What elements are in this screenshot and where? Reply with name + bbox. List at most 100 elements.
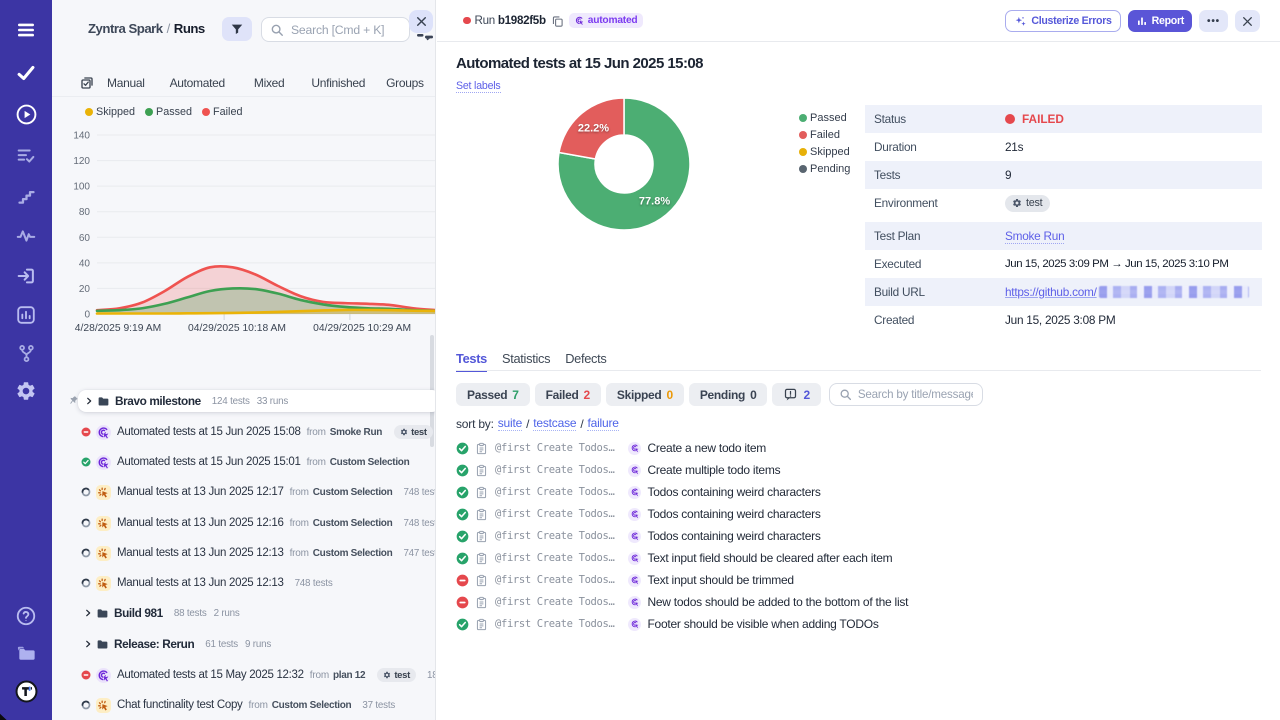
- test-title[interactable]: Todos containing weird characters: [647, 485, 820, 499]
- result-donut-chart[interactable]: 77.8%22.2%: [556, 96, 692, 232]
- run-from-value[interactable]: Custom Selection: [313, 487, 393, 498]
- test-row[interactable]: @first Create Todos… Todos containing we…: [456, 481, 821, 503]
- menu-icon[interactable]: [14, 18, 38, 42]
- run-from-value[interactable]: Custom Selection: [313, 548, 393, 559]
- sort-by-failure[interactable]: failure: [587, 416, 618, 431]
- filter-comments[interactable]: 2: [772, 383, 820, 406]
- run-row[interactable]: Manual tests at 13 Jun 2025 12:17from Cu…: [52, 477, 436, 507]
- test-row[interactable]: @first Create Todos… Todos containing we…: [456, 503, 821, 525]
- run-title[interactable]: Automated tests at 15 Jun 2025 15:01: [117, 456, 301, 468]
- panel-close-button[interactable]: [409, 10, 433, 33]
- tests-search-input[interactable]: [858, 388, 973, 401]
- run-row[interactable]: Chat functinality test Copyfrom Custom S…: [52, 690, 436, 720]
- test-row[interactable]: @first Create Todos… Footer should be vi…: [456, 613, 879, 635]
- test-title[interactable]: Text input should be trimmed: [647, 573, 793, 587]
- play-circle-icon[interactable]: [14, 102, 38, 126]
- tab-mixed[interactable]: Mixed: [254, 76, 285, 90]
- expand-chevron-icon[interactable]: [83, 639, 93, 649]
- run-from-value[interactable]: Smoke Run: [330, 427, 382, 438]
- run-title[interactable]: Chat functinality test Copy: [117, 699, 243, 711]
- run-group-row[interactable]: Build 98188 tests2 runs: [52, 598, 436, 628]
- test-plan-link[interactable]: Smoke Run: [1005, 229, 1064, 244]
- run-row[interactable]: Manual tests at 13 Jun 2025 12:16from Cu…: [52, 508, 436, 538]
- run-row[interactable]: Automated tests at 15 Jun 2025 15:01from…: [52, 447, 436, 477]
- run-group-row[interactable]: Bravo milestone124 tests33 runs: [52, 386, 436, 416]
- tab-automated[interactable]: Automated: [170, 76, 225, 90]
- run-group-title[interactable]: Build 981: [114, 606, 163, 620]
- copy-icon[interactable]: [551, 14, 564, 28]
- run-from-value[interactable]: Custom Selection: [313, 518, 393, 529]
- test-title[interactable]: Todos containing weird characters: [647, 529, 820, 543]
- report-button[interactable]: Report: [1128, 10, 1192, 32]
- run-title[interactable]: Manual tests at 13 Jun 2025 12:13: [117, 547, 284, 559]
- run-row[interactable]: Manual tests at 13 Jun 2025 12:13from Cu…: [52, 538, 436, 568]
- sort-by-suite[interactable]: suite: [498, 416, 522, 431]
- run-env-badge[interactable]: test: [394, 425, 433, 439]
- filter-passed[interactable]: Passed7: [456, 383, 530, 406]
- git-branch-icon[interactable]: [14, 341, 38, 365]
- sort-by-testcase[interactable]: testcase: [533, 416, 576, 431]
- run-group-title[interactable]: Release: Rerun: [114, 637, 194, 651]
- run-title[interactable]: Automated tests at 15 Jun 2025 15:08: [117, 426, 301, 438]
- settings-gear-icon[interactable]: [14, 379, 38, 403]
- select-all-icon[interactable]: [79, 75, 95, 91]
- runs-check-icon[interactable]: [14, 61, 38, 85]
- run-group-row[interactable]: Release: Rerun61 tests9 runs: [52, 629, 436, 659]
- tab-groups[interactable]: Groups: [386, 76, 424, 90]
- tab-statistics[interactable]: Statistics: [502, 351, 550, 372]
- search-input[interactable]: [291, 23, 401, 37]
- run-row[interactable]: Automated tests at 15 May 2025 12:32from…: [52, 660, 436, 690]
- test-row[interactable]: @first Create Todos… Create a new todo i…: [456, 437, 766, 459]
- run-title[interactable]: Manual tests at 13 Jun 2025 12:17: [117, 486, 284, 498]
- test-row[interactable]: @first Create Todos… Text input should b…: [456, 569, 794, 591]
- test-row[interactable]: @first Create Todos… Text input field sh…: [456, 547, 892, 569]
- test-title[interactable]: Todos containing weird characters: [647, 507, 820, 521]
- test-title[interactable]: Text input field should be cleared after…: [647, 551, 892, 565]
- run-type-badge[interactable]: automated: [569, 13, 644, 28]
- filter-failed[interactable]: Failed2: [535, 383, 601, 406]
- run-from-value[interactable]: plan 12: [333, 670, 365, 681]
- expand-chevron-icon[interactable]: [83, 608, 93, 618]
- test-title[interactable]: Create multiple todo items: [647, 463, 780, 477]
- test-title[interactable]: Create a new todo item: [647, 441, 766, 455]
- test-title[interactable]: New todos should be added to the bottom …: [647, 595, 908, 609]
- tab-manual[interactable]: Manual: [107, 76, 145, 90]
- test-title[interactable]: Footer should be visible when adding TOD…: [647, 617, 878, 631]
- help-icon[interactable]: [14, 604, 38, 628]
- activity-pulse-icon[interactable]: [14, 224, 38, 248]
- set-labels-link[interactable]: Set labels: [456, 80, 501, 93]
- environment-badge[interactable]: test: [1005, 195, 1050, 212]
- run-title[interactable]: Automated tests at 15 May 2025 12:32: [117, 669, 304, 681]
- run-from-value[interactable]: Custom Selection: [330, 457, 410, 468]
- run-from-value[interactable]: Custom Selection: [272, 700, 352, 711]
- library-icon[interactable]: [14, 641, 38, 665]
- filter-pending[interactable]: Pending0: [689, 383, 768, 406]
- app-logo[interactable]: [14, 679, 38, 703]
- run-title[interactable]: Manual tests at 13 Jun 2025 12:16: [117, 517, 284, 529]
- test-row[interactable]: @first Create Todos… Create multiple tod…: [456, 459, 780, 481]
- test-row[interactable]: @first Create Todos… Todos containing we…: [456, 525, 821, 547]
- build-url-link[interactable]: https://github.com/: [1005, 285, 1097, 299]
- run-title[interactable]: Manual tests at 13 Jun 2025 12:13: [117, 577, 284, 589]
- tab-defects[interactable]: Defects: [565, 351, 606, 372]
- tab-unfinished[interactable]: Unfinished: [311, 76, 365, 90]
- run-row[interactable]: Manual tests at 13 Jun 2025 12:13748 tes…: [52, 568, 436, 598]
- close-run-button[interactable]: [1235, 10, 1260, 32]
- test-row[interactable]: @first Create Todos… New todos should be…: [456, 591, 908, 613]
- steps-icon[interactable]: [14, 184, 38, 208]
- filter-skipped[interactable]: Skipped0: [606, 383, 684, 406]
- tab-tests[interactable]: Tests: [456, 351, 487, 372]
- expand-chevron-icon[interactable]: [84, 396, 94, 406]
- passed-status-icon: [456, 442, 469, 455]
- more-actions-button[interactable]: •••: [1199, 10, 1228, 32]
- run-row[interactable]: Automated tests at 15 Jun 2025 15:08from…: [52, 417, 436, 447]
- sign-in-icon[interactable]: [14, 264, 38, 288]
- clusterize-errors-button[interactable]: Clusterize Errors: [1005, 10, 1120, 32]
- runs-trend-chart[interactable]: 0204060801001201404/28/2025 9:19 AM04/29…: [52, 100, 436, 345]
- run-env-badge[interactable]: test: [377, 668, 416, 682]
- filter-button[interactable]: [222, 17, 252, 41]
- list-check-icon[interactable]: [14, 144, 38, 168]
- breadcrumb-project[interactable]: Zyntra Spark: [88, 21, 163, 36]
- run-group-title[interactable]: Bravo milestone: [115, 394, 201, 408]
- bar-chart-icon[interactable]: [14, 303, 38, 327]
